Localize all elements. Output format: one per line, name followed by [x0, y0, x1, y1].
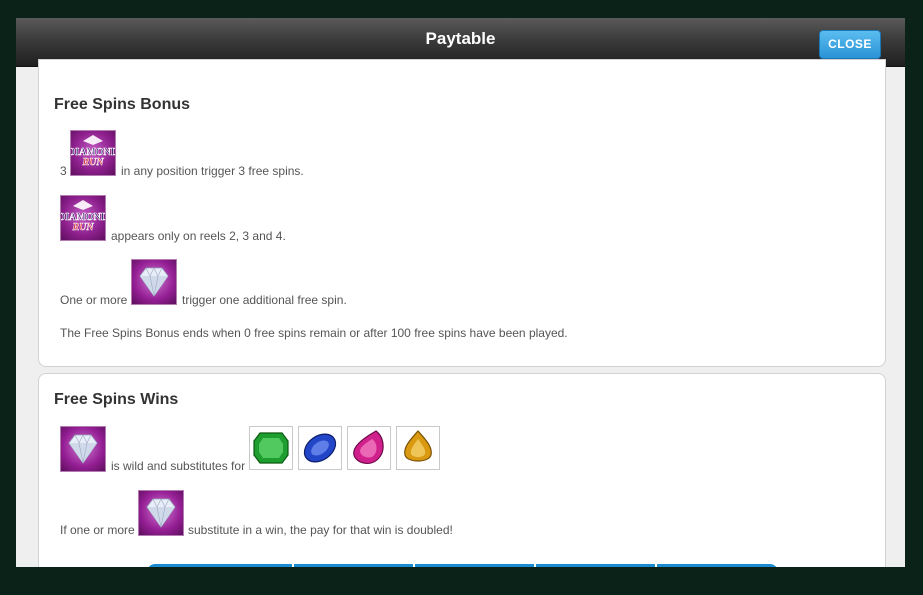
paytable-content[interactable]: Free Spins Bonus 3 DIAMOND RUN in any po…: [16, 59, 905, 567]
pay-table-column: [415, 564, 536, 567]
line3-prefix: One or more: [60, 293, 128, 307]
blue-sapphire-icon: [298, 426, 342, 470]
close-button[interactable]: CLOSE: [819, 30, 881, 59]
wins-line2-suffix: substitute in a win, the pay for that wi…: [188, 523, 453, 537]
free-spins-wins-heading: Free Spins Wins: [54, 391, 179, 408]
pay-table-column: [536, 564, 657, 567]
pink-ruby-icon: [347, 426, 391, 470]
page-title: Paytable: [425, 29, 496, 48]
diamond-wild-icon: [131, 259, 177, 305]
diamond-run-scatter-icon: DIAMOND RUN: [58, 195, 108, 241]
green-emerald-icon: [249, 426, 293, 470]
pay-table-column: [294, 564, 415, 567]
diamond-run-scatter-icon: DIAMOND RUN: [68, 130, 118, 176]
diamond-wild-icon: [138, 490, 184, 536]
line4: The Free Spins Bonus ends when 0 free sp…: [60, 326, 568, 340]
yellow-topaz-icon: [396, 426, 440, 470]
line2-suffix: appears only on reels 2, 3 and 4.: [111, 229, 286, 243]
scatter-logo-bottom: RUN: [71, 222, 94, 233]
line1-prefix: 3: [60, 164, 67, 178]
free-spins-bonus-heading: Free Spins Bonus: [54, 96, 191, 113]
diamond-wild-icon: [60, 426, 106, 472]
free-spins-bonus-section: Free Spins Bonus 3 DIAMOND RUN in any po…: [38, 59, 886, 367]
scatter-logo-bottom: RUN: [81, 157, 104, 168]
paytable-window: Paytable CLOSE Free Spins Bonus 3 DIAMON…: [16, 18, 905, 567]
pay-table-column: [147, 564, 294, 567]
line1-suffix: in any position trigger 3 free spins.: [121, 164, 304, 178]
line3-suffix: trigger one additional free spin.: [182, 293, 347, 307]
wins-line2-prefix: If one or more: [60, 523, 135, 537]
free-spins-wins-section: Free Spins Wins is wild and substitutes …: [38, 373, 886, 567]
pay-table-column: [657, 564, 778, 567]
pay-table-header: [147, 564, 778, 567]
wins-line1-suffix: is wild and substitutes for: [111, 459, 246, 473]
